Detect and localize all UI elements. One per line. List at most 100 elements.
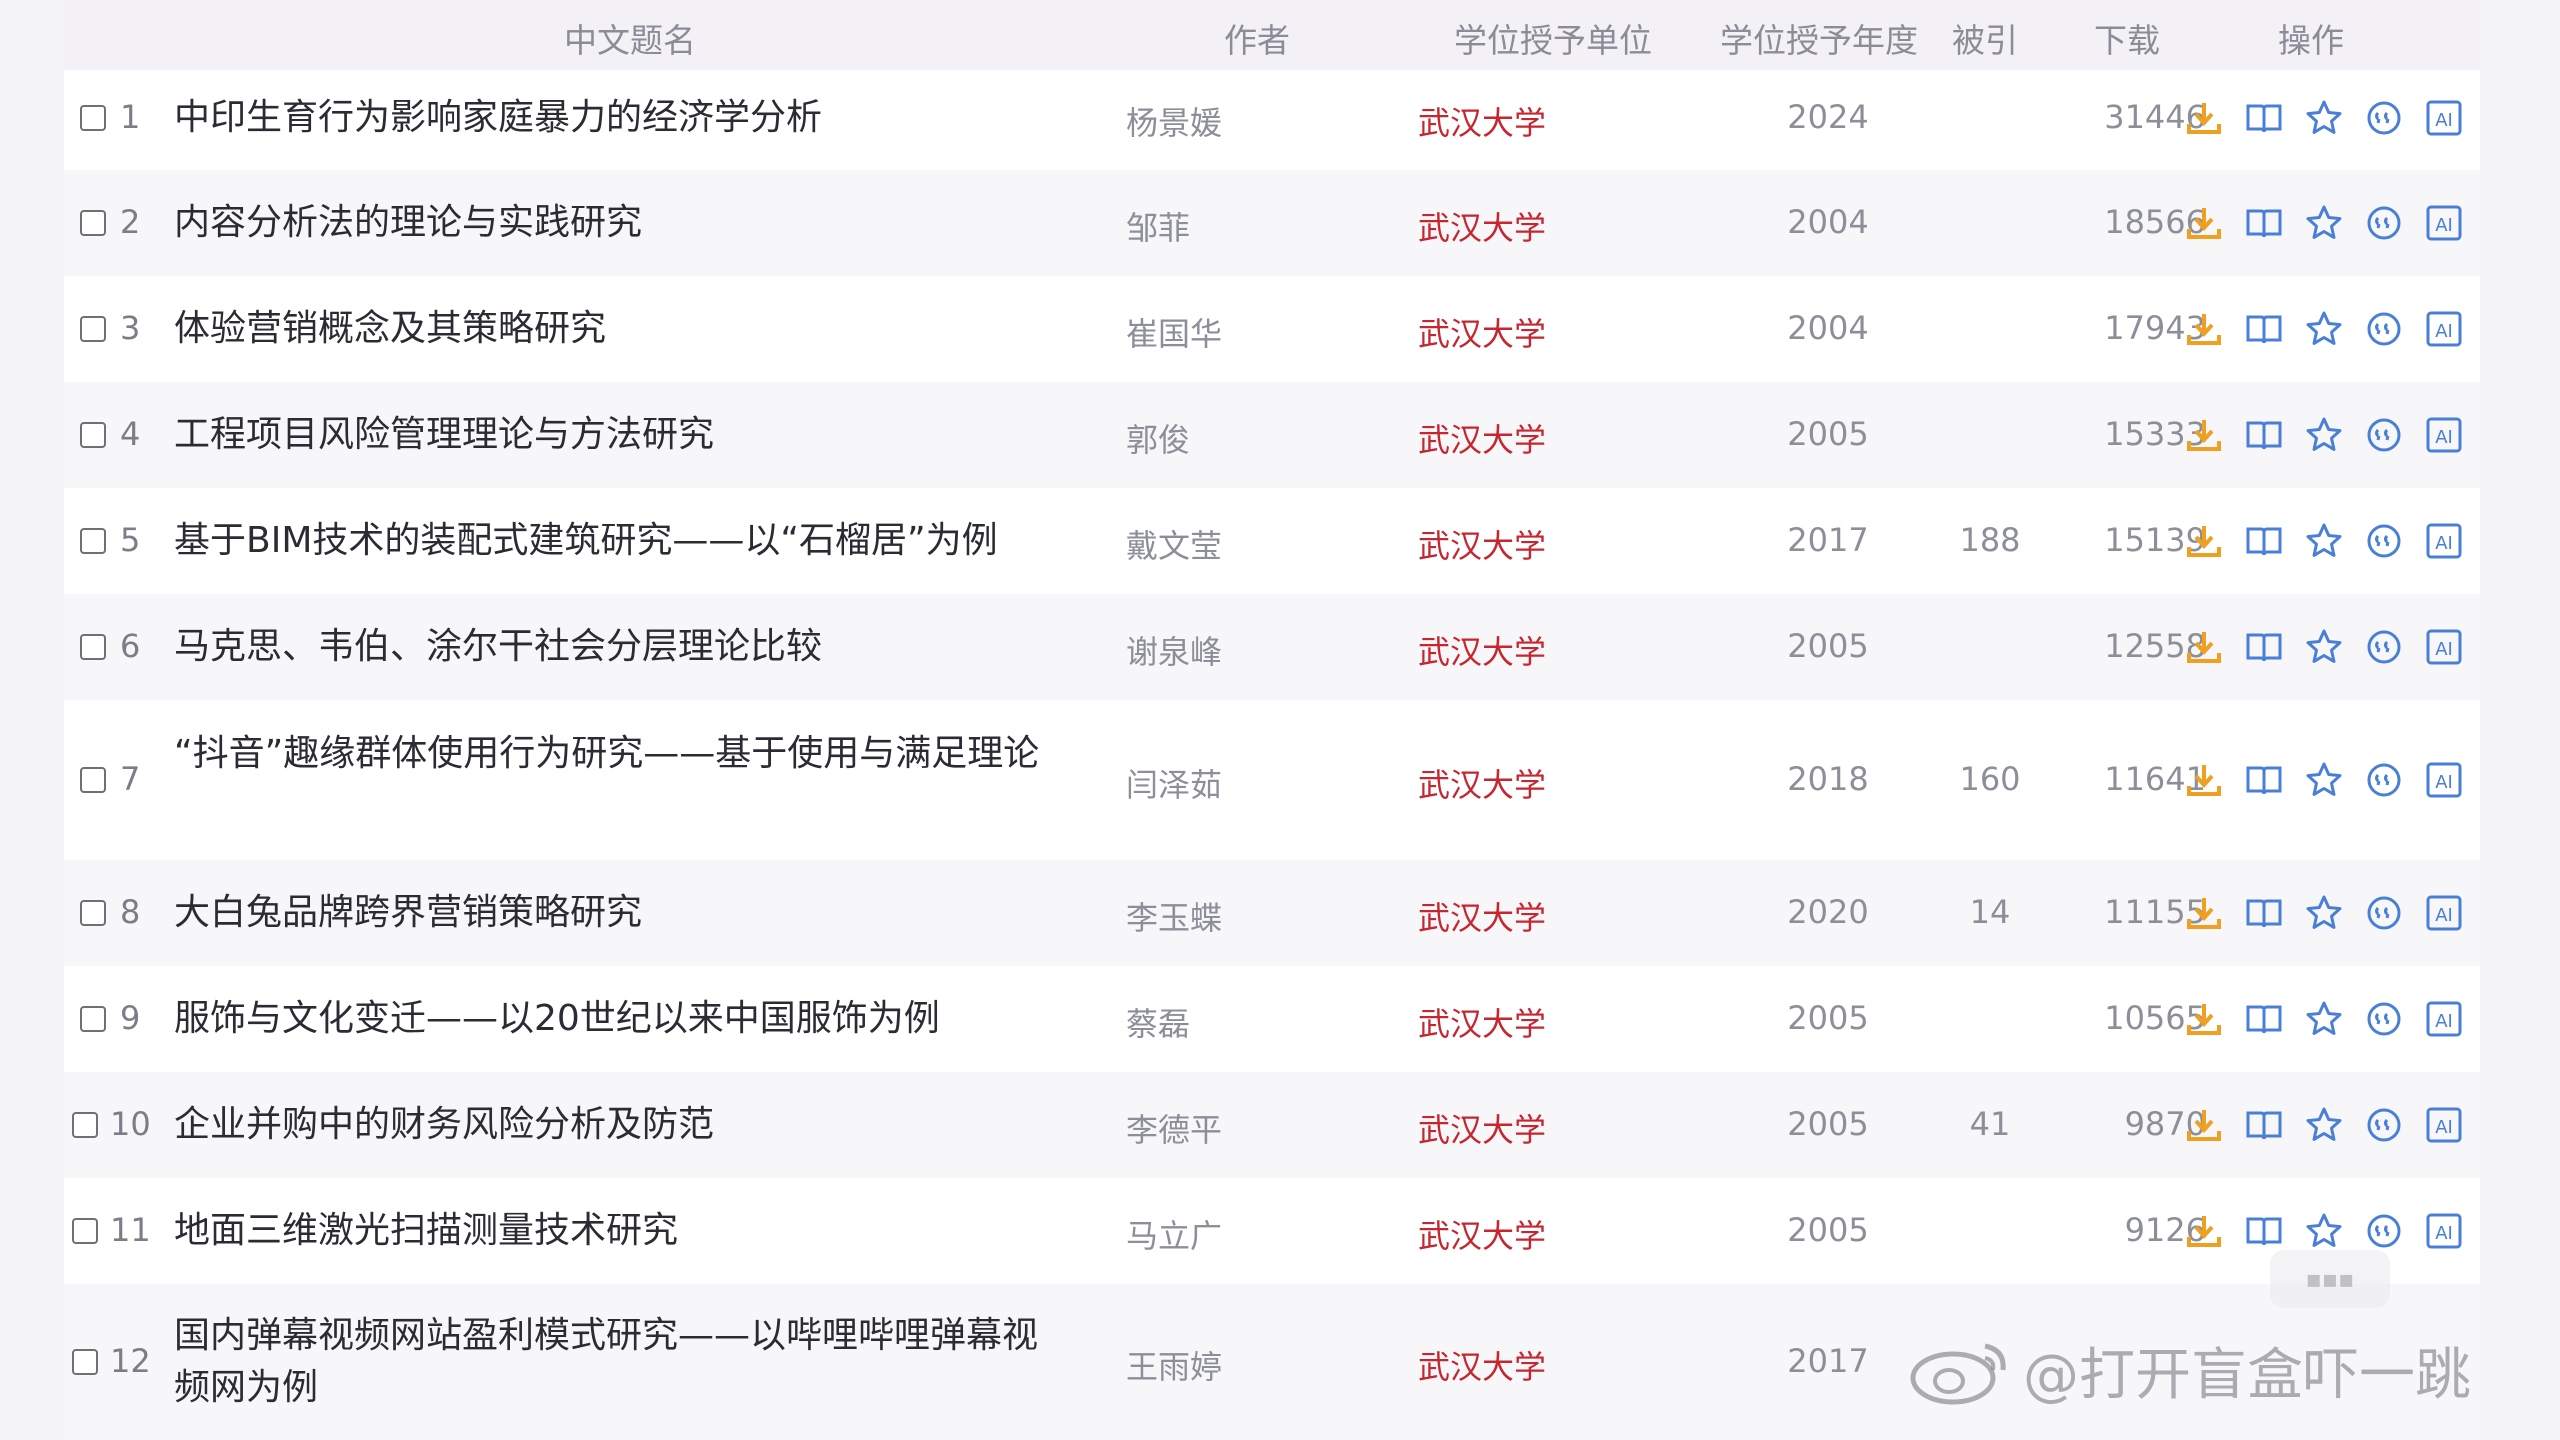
header-school[interactable]: 学位授予单位 (1454, 14, 1652, 62)
svg-text:AI: AI (2435, 905, 2453, 926)
row-actions: AI (64, 415, 2480, 457)
header-title[interactable]: 中文题名 (564, 14, 696, 62)
row-actions: AI (64, 1105, 2480, 1147)
row-actions: AI (64, 760, 2480, 802)
favorite-star-icon[interactable] (2304, 98, 2344, 138)
row-actions: AI (64, 1211, 2480, 1253)
school-link[interactable]: 武汉大学 (1418, 1342, 1546, 1388)
favorite-star-icon[interactable] (2304, 1211, 2344, 1251)
watermark-text: @打开盲盒吓一跳 (2023, 1343, 2471, 1408)
favorite-star-icon[interactable] (2304, 760, 2344, 800)
quote-icon[interactable] (2364, 203, 2404, 243)
stamp-mark: ▪▪▪ (2270, 1250, 2390, 1308)
row-actions: AI (64, 893, 2480, 935)
favorite-star-icon[interactable] (2304, 521, 2344, 561)
read-book-icon[interactable] (2244, 893, 2284, 933)
ai-icon[interactable]: AI (2424, 760, 2464, 800)
table-row: 8 大白兔品牌跨界营销策略研究 李玉蝶 武汉大学 2020 14 11155 AI (64, 860, 2480, 966)
read-book-icon[interactable] (2244, 1211, 2284, 1251)
favorite-star-icon[interactable] (2304, 627, 2344, 667)
weibo-logo-icon (1910, 1343, 2006, 1405)
download-icon[interactable] (2184, 415, 2224, 455)
quote-icon[interactable] (2364, 98, 2404, 138)
svg-text:AI: AI (2435, 427, 2453, 448)
svg-text:AI: AI (2435, 321, 2453, 342)
table-row: 6 马克思、韦伯、涂尔干社会分层理论比较 谢泉峰 武汉大学 2005 12558 AI (64, 594, 2480, 700)
ai-icon[interactable]: AI (2424, 98, 2464, 138)
ai-icon[interactable]: AI (2424, 415, 2464, 455)
read-book-icon[interactable] (2244, 999, 2284, 1039)
quote-icon[interactable] (2364, 1211, 2404, 1251)
favorite-star-icon[interactable] (2304, 893, 2344, 933)
ai-icon[interactable]: AI (2424, 203, 2464, 243)
download-icon[interactable] (2184, 893, 2224, 933)
quote-icon[interactable] (2364, 521, 2404, 561)
favorite-star-icon[interactable] (2304, 309, 2344, 349)
read-book-icon[interactable] (2244, 203, 2284, 243)
ai-icon[interactable]: AI (2424, 1211, 2464, 1251)
ai-icon[interactable]: AI (2424, 999, 2464, 1039)
header-cited[interactable]: 被引 (1952, 14, 2018, 62)
table-row: 7 “抖音”趣缘群体使用行为研究——基于使用与满足理论 闫泽茹 武汉大学 2018 160… (64, 700, 2480, 860)
quote-icon[interactable] (2364, 627, 2404, 667)
table-row: 3 体验营销概念及其策略研究 崔国华 武汉大学 2004 17943 AI (64, 276, 2480, 382)
favorite-star-icon[interactable] (2304, 203, 2344, 243)
ai-icon[interactable]: AI (2424, 521, 2464, 561)
quote-icon[interactable] (2364, 1105, 2404, 1145)
download-icon[interactable] (2184, 98, 2224, 138)
download-icon[interactable] (2184, 627, 2224, 667)
read-book-icon[interactable] (2244, 521, 2284, 561)
row-actions: AI (64, 309, 2480, 351)
download-icon[interactable] (2184, 1105, 2224, 1145)
svg-text:AI: AI (2435, 1223, 2453, 1244)
favorite-star-icon[interactable] (2304, 415, 2344, 455)
header-year[interactable]: 学位授予年度 (1720, 14, 1918, 62)
quote-icon[interactable] (2364, 760, 2404, 800)
svg-text:AI: AI (2435, 533, 2453, 554)
results-table: 中文题名 作者 学位授予单位 学位授予年度 被引 下载 操作 1 中印生育行为影响… (64, 0, 2480, 1440)
author-link[interactable]: 王雨婷 (1126, 1342, 1222, 1388)
table-row: 4 工程项目风险管理理论与方法研究 郭俊 武汉大学 2005 15333 AI (64, 382, 2480, 488)
quote-icon[interactable] (2364, 893, 2404, 933)
paper-title-link[interactable]: 国内弹幕视频网站盈利模式研究——以哔哩哔哩弹幕视频网为例 (174, 1310, 1054, 1414)
table-row: 10 企业并购中的财务风险分析及防范 李德平 武汉大学 2005 41 9870 AI (64, 1072, 2480, 1178)
download-icon[interactable] (2184, 309, 2224, 349)
quote-icon[interactable] (2364, 999, 2404, 1039)
table-row: 1 中印生育行为影响家庭暴力的经济学分析 杨景媛 武汉大学 2024 31446 AI (64, 66, 2480, 170)
download-icon[interactable] (2184, 203, 2224, 243)
row-actions: AI (64, 627, 2480, 669)
ai-icon[interactable]: AI (2424, 1105, 2464, 1145)
table-row: 9 服饰与文化变迁——以20世纪以来中国服饰为例 蔡磊 武汉大学 2005 10565 AI (64, 966, 2480, 1072)
row-actions: AI (64, 521, 2480, 563)
row-actions: AI (64, 98, 2480, 140)
favorite-star-icon[interactable] (2304, 1105, 2344, 1145)
read-book-icon[interactable] (2244, 1105, 2284, 1145)
download-icon[interactable] (2184, 999, 2224, 1039)
table-row: 5 基于BIM技术的装配式建筑研究——以“石榴居”为例 戴文莹 武汉大学 2017 188… (64, 488, 2480, 594)
read-book-icon[interactable] (2244, 309, 2284, 349)
read-book-icon[interactable] (2244, 415, 2284, 455)
quote-icon[interactable] (2364, 415, 2404, 455)
ai-icon[interactable]: AI (2424, 309, 2464, 349)
year-value: 2017 (1787, 1342, 1869, 1380)
ai-icon[interactable]: AI (2424, 627, 2464, 667)
ai-icon[interactable]: AI (2424, 893, 2464, 933)
favorite-star-icon[interactable] (2304, 999, 2344, 1039)
row-checkbox[interactable] (72, 1349, 98, 1375)
svg-text:AI: AI (2435, 215, 2453, 236)
header-downloads[interactable]: 下载 (2094, 14, 2160, 62)
read-book-icon[interactable] (2244, 760, 2284, 800)
svg-text:AI: AI (2435, 110, 2453, 131)
row-index: 12 (110, 1342, 151, 1380)
row-actions: AI (64, 999, 2480, 1041)
svg-text:AI: AI (2435, 1117, 2453, 1138)
quote-icon[interactable] (2364, 309, 2404, 349)
read-book-icon[interactable] (2244, 98, 2284, 138)
header-author[interactable]: 作者 (1224, 14, 1290, 62)
download-icon[interactable] (2184, 521, 2224, 561)
table-header: 中文题名 作者 学位授予单位 学位授予年度 被引 下载 操作 (64, 0, 2480, 70)
download-icon[interactable] (2184, 1211, 2224, 1251)
download-icon[interactable] (2184, 760, 2224, 800)
table-row: 11 地面三维激光扫描测量技术研究 马立广 武汉大学 2005 9126 AI (64, 1178, 2480, 1284)
read-book-icon[interactable] (2244, 627, 2284, 667)
